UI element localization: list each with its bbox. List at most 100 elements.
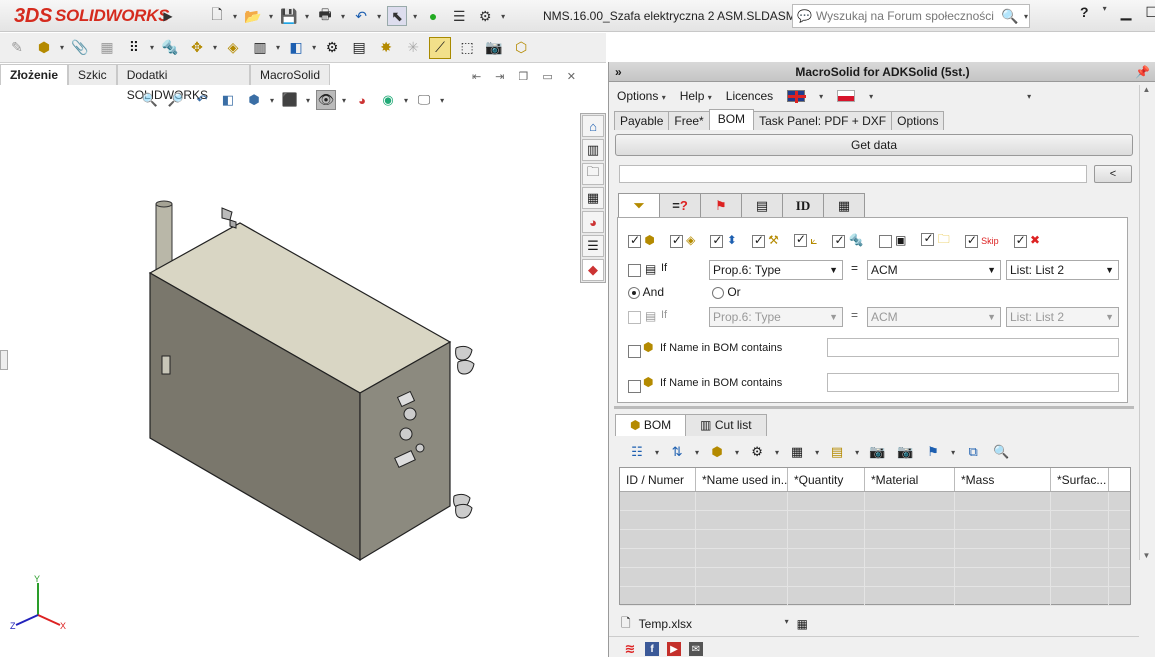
show-hidden-icon[interactable]: ◈ (222, 37, 244, 59)
condition1-list-select[interactable]: List: List 2 ▼ (1006, 260, 1119, 280)
view-orientation-icon[interactable]: ⬢ (244, 90, 264, 110)
splitter[interactable] (614, 406, 1134, 409)
tab-payable[interactable]: Payable (614, 111, 670, 130)
graphics-area[interactable] (0, 86, 606, 657)
forum-search-input[interactable]: 💬 Wyszukaj na Forum społeczności (792, 4, 1030, 28)
tab-cut-list[interactable]: ▥ Cut list (685, 414, 767, 436)
restore-icon[interactable]: ❐ (518, 70, 528, 83)
language-uk-flag-icon[interactable] (787, 90, 807, 103)
copy-window-icon[interactable]: ⧉ (963, 442, 983, 462)
component-preview-icon[interactable]: ▦ (96, 37, 118, 59)
chevron-down-icon[interactable]: ▾ (815, 448, 819, 457)
file-explorer-icon[interactable]: 🗀 (582, 163, 604, 185)
chevron-down-icon[interactable]: ▾ (404, 96, 408, 105)
bom-table[interactable]: ID / Numer *Name used in... *Quantity *M… (619, 467, 1131, 606)
file-name-select[interactable]: Temp.xlsx ▾ (639, 617, 789, 631)
new-motion-study-icon[interactable]: ⚙ (321, 37, 343, 59)
edit-component-icon[interactable]: ✎ (6, 37, 28, 59)
take-snapshot-icon[interactable]: 📷 (483, 37, 505, 59)
col-material[interactable]: *Material (865, 468, 955, 491)
pin-icon[interactable]: 📌 (1135, 62, 1150, 82)
mate-icon[interactable]: 📎 (69, 37, 91, 59)
col-mass[interactable]: *Mass (955, 468, 1051, 491)
chevron-down-icon[interactable]: ▾ (1027, 92, 1031, 101)
chevron-down-icon[interactable]: ▾ (951, 448, 955, 457)
view-palette-icon[interactable]: ▦ (582, 187, 604, 209)
tab-bom[interactable]: BOM (708, 109, 755, 130)
large-assembly-icon[interactable]: ⬡ (510, 37, 532, 59)
name-contains-1-input[interactable] (827, 338, 1119, 357)
add-components-icon[interactable]: ⬢ (707, 442, 727, 462)
table-layout-icon[interactable]: ▦ (787, 442, 807, 462)
name-contains-2-input[interactable] (827, 373, 1119, 392)
hide-show-items-icon[interactable]: 👁 (316, 90, 337, 110)
email-icon[interactable]: ✉ (689, 642, 703, 656)
filter-assemblies[interactable]: ⬢ (628, 233, 655, 248)
tab-options[interactable]: Options (891, 111, 945, 130)
minimize-icon[interactable]: ▁ (1121, 4, 1132, 21)
export-excel-icon[interactable]: ▤ (827, 442, 847, 462)
tab-solidworks-addins[interactable]: Dodatki SOLIDWORKS (116, 64, 250, 102)
menu-options[interactable]: Options ▾ (617, 89, 666, 103)
get-data-button[interactable]: Get data (615, 134, 1133, 156)
zoom-to-fit-icon[interactable]: 🔍 (140, 90, 160, 110)
condition2-field-select[interactable]: Prop.6: Type ▼ (709, 307, 843, 327)
equals-question-icon[interactable]: =? (659, 193, 701, 217)
new-document-icon[interactable]: 🗋 (207, 6, 227, 26)
chevron-down-icon[interactable]: ▾ (655, 448, 659, 457)
collapse-right-icon[interactable]: ⇥ (495, 70, 504, 83)
table-settings-icon[interactable]: ▦ (823, 193, 865, 217)
collapse-panel-icon[interactable]: » (615, 62, 622, 82)
filter-virtual[interactable]: ▣ (878, 233, 906, 248)
condition2-value-select[interactable]: ACM ▼ (867, 307, 1001, 327)
file-properties-icon[interactable]: ☰ (449, 6, 469, 26)
or-radio[interactable]: Or (712, 285, 741, 299)
appearances-icon[interactable]: ◕ (582, 211, 604, 233)
undo-icon[interactable]: ↶ (351, 6, 371, 26)
chevron-down-icon[interactable]: ▾ (150, 43, 154, 52)
list-export-icon[interactable]: ▤ (741, 193, 783, 217)
restore-icon[interactable]: ☐ (1145, 4, 1155, 21)
language-pl-flag-icon[interactable] (837, 90, 856, 102)
save-icon[interactable]: 💾 (279, 6, 299, 26)
camera-icon[interactable]: 📷 (867, 442, 887, 462)
display-style-icon[interactable]: ⬛ (280, 90, 300, 110)
chevron-down-icon[interactable]: ▾ (819, 92, 823, 101)
chevron-down-icon[interactable]: ▾ (501, 12, 505, 21)
home-icon[interactable]: ⌂ (582, 115, 604, 137)
tab-bom-list[interactable]: ⬢ BOM (615, 414, 687, 436)
tab-macrosolid[interactable]: MacroSolid (249, 64, 330, 85)
col-id-number[interactable]: ID / Numer (620, 468, 696, 491)
filter-structural[interactable]: ⟀ (793, 232, 817, 248)
layers-logo-icon[interactable]: ≋ (623, 641, 637, 656)
condition1-field-select[interactable]: Prop.6: Type ▼ (709, 260, 843, 280)
menu-help[interactable]: Help ▾ (680, 89, 712, 103)
insert-component-icon[interactable]: ⬢ (33, 37, 55, 59)
tab-free[interactable]: Free* (668, 111, 710, 130)
chevron-down-icon[interactable]: ▾ (869, 92, 873, 101)
rebuild-traffic-light-icon[interactable]: ● (423, 6, 443, 26)
chevron-down-icon[interactable]: ▾ (735, 448, 739, 457)
filter-funnel-icon[interactable]: ⏷ (618, 193, 660, 217)
section-view-icon[interactable]: ◧ (218, 90, 238, 110)
chevron-down-icon[interactable]: ▾ (342, 96, 346, 105)
explode-line-sketch-icon[interactable]: ✳ (402, 37, 424, 59)
chevron-down-icon[interactable]: ▾ (1024, 12, 1028, 21)
condition2-list-select[interactable]: List: List 2 ▼ (1006, 307, 1119, 327)
tab-sketch[interactable]: Szkic (68, 64, 117, 85)
col-name[interactable]: *Name used in... (696, 468, 788, 491)
chevron-down-icon[interactable]: ▾ (341, 12, 345, 21)
instant3d-icon[interactable]: ⟋ (429, 36, 452, 59)
chevron-down-icon[interactable]: ▾ (695, 448, 699, 457)
chevron-down-icon[interactable]: ▾ (269, 12, 273, 21)
name-contains-1-checkbox[interactable] (628, 344, 641, 359)
col-surface[interactable]: *Surfac... (1051, 468, 1109, 491)
collapse-left-icon[interactable]: ⇤ (472, 70, 481, 83)
find-icon[interactable]: 🔍 (991, 442, 1011, 462)
chevron-down-icon[interactable]: ▾ (60, 43, 64, 52)
options-gear-icon[interactable]: ⚙ (475, 6, 495, 26)
print-icon[interactable]: 🖶 (315, 6, 335, 26)
youtube-icon[interactable]: ▶ (667, 642, 681, 656)
smart-fasteners-icon[interactable]: 🔩 (159, 37, 181, 59)
solidworks-logo[interactable]: 3DS SOLIDWORKS (14, 3, 169, 29)
